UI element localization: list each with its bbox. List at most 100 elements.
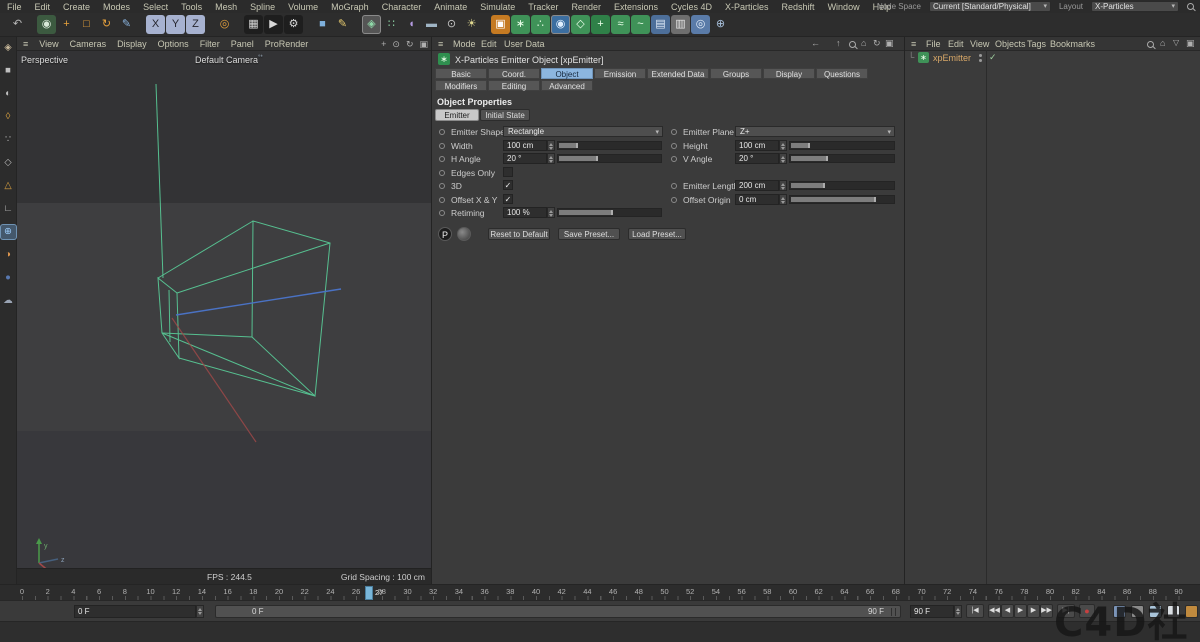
move-tool-icon[interactable]: + — [57, 15, 76, 34]
up-icon[interactable]: ↑ — [836, 38, 841, 48]
object-name[interactable]: xpEmitter — [933, 53, 971, 63]
height-input[interactable]: 100 cm — [735, 139, 779, 151]
anim-toggle-icon[interactable] — [439, 129, 445, 135]
emitter-shape-select[interactable]: Rectangle ▾ — [503, 126, 663, 137]
retiming-input[interactable]: 100 % — [503, 207, 547, 218]
next-key-button[interactable]: ▶▶ — [1040, 604, 1053, 618]
ruler-tick[interactable]: 68 — [889, 587, 903, 596]
go-start-button[interactable]: |◀ — [966, 604, 984, 618]
menu-volume[interactable]: Volume — [288, 2, 318, 12]
om-menu-bookmarks[interactable]: Bookmarks — [1050, 39, 1095, 49]
ruler-tick[interactable]: 12 — [169, 587, 183, 596]
om-menu-view[interactable]: View — [970, 39, 989, 49]
vp-menu-panel[interactable]: Panel — [231, 39, 254, 49]
tab-extended-data[interactable]: Extended Data — [647, 68, 709, 79]
viewport-canvas[interactable]: Perspective Default Camera°* y z FPS: 2… — [17, 51, 431, 584]
viewport[interactable]: ≡ View Cameras Display Options Filter Pa… — [17, 37, 431, 584]
render-settings-icon[interactable]: ⚙ — [284, 15, 303, 34]
save-preset-button[interactable]: Save Preset... — [558, 228, 620, 240]
tab-advanced[interactable]: Advanced — [541, 80, 593, 91]
tab-modifiers[interactable]: Modifiers — [435, 80, 487, 91]
ruler-tick[interactable]: 32 — [426, 587, 440, 596]
am-menu-userdata[interactable]: User Data — [504, 39, 545, 49]
emitter-state-button[interactable]: Emitter — [435, 109, 479, 121]
ruler-tick[interactable]: 42 — [555, 587, 569, 596]
anim-toggle-icon[interactable] — [439, 196, 445, 203]
xp-emitter-icon[interactable]: ∗ — [511, 15, 530, 34]
menu-select[interactable]: Select — [143, 2, 168, 12]
ruler-tick[interactable]: 8 — [118, 587, 132, 596]
menu-mograph[interactable]: MoGraph — [331, 2, 369, 12]
anim-toggle-icon[interactable] — [439, 210, 445, 216]
refresh-icon[interactable]: ↻ — [873, 38, 881, 49]
object-row[interactable]: └ ∗ xpEmitter ✓ — [905, 51, 1200, 65]
menu-character[interactable]: Character — [382, 2, 422, 12]
prev-frame-button[interactable]: ◀ — [1001, 604, 1014, 618]
orbit-view-icon[interactable]: ↻ — [406, 39, 414, 50]
om-menu-objects[interactable]: Objects — [995, 39, 1026, 49]
next-frame-button[interactable]: ▶ — [1027, 604, 1040, 618]
ruler-tick[interactable]: 26 — [349, 587, 363, 596]
render-view-icon[interactable]: ▦ — [244, 15, 263, 34]
om-menu-file[interactable]: File — [926, 39, 941, 49]
ruler-tick[interactable]: 50 — [658, 587, 672, 596]
menu-window[interactable]: Window — [828, 2, 860, 12]
points-mode-icon[interactable]: ∵ — [1, 133, 16, 147]
back-icon[interactable]: ← — [811, 38, 820, 48]
height-stepper[interactable] — [779, 139, 787, 151]
xp-system-icon[interactable]: ▣ — [491, 15, 510, 34]
x-axis-button[interactable]: X — [146, 15, 165, 34]
coord-system-icon[interactable]: ◎ — [215, 15, 234, 34]
ruler-tick[interactable]: 4 — [66, 587, 80, 596]
panel-icon[interactable]: ▣ — [885, 38, 894, 49]
ruler-tick[interactable]: 30 — [401, 587, 415, 596]
dolly-view-icon[interactable]: ⊙ — [392, 39, 400, 50]
menu-xparticles[interactable]: X-Particles — [725, 2, 769, 12]
vp-menu-cameras[interactable]: Cameras — [70, 39, 107, 49]
ruler-tick[interactable]: 28 — [375, 587, 389, 596]
texture-mode-icon[interactable]: ◐ — [1, 87, 16, 101]
current-frame-stepper[interactable] — [196, 605, 204, 618]
primitive-cube-icon[interactable]: ■ — [313, 15, 332, 34]
om-menu-tags[interactable]: Tags — [1027, 39, 1046, 49]
ruler-tick[interactable]: 36 — [478, 587, 492, 596]
v-angle-input[interactable]: 20 ° — [735, 153, 779, 164]
xp-dynamics-icon[interactable]: ◉ — [551, 15, 570, 34]
tab-emission[interactable]: Emission — [594, 68, 646, 79]
menu-spline[interactable]: Spline — [250, 2, 275, 12]
tab-groups[interactable]: Groups — [710, 68, 762, 79]
anim-toggle-icon[interactable] — [671, 196, 677, 203]
ruler-tick[interactable]: 46 — [606, 587, 620, 596]
floor-icon[interactable]: ▬ — [422, 15, 441, 34]
menu-file[interactable]: File — [7, 2, 22, 12]
timeline-ruler[interactable]: 27 0 2 4 6 8 10 12 14 16 18 20 22 24 26 28 30 32 34 36 38 40… — [0, 584, 1200, 600]
ruler-tick[interactable]: 10 — [144, 587, 158, 596]
ruler-tick[interactable]: 56 — [735, 587, 749, 596]
cloud-icon[interactable]: ☁ — [1, 294, 16, 308]
am-menu-mode[interactable]: Mode — [453, 39, 476, 49]
anim-toggle-icon[interactable] — [671, 129, 677, 135]
tab-coord[interactable]: Coord. — [488, 68, 540, 79]
retiming-stepper[interactable] — [547, 207, 555, 218]
home-icon[interactable]: ⌂ — [861, 38, 866, 48]
prev-key-button[interactable]: ◀◀ — [988, 604, 1001, 618]
preset-sphere-icon[interactable] — [457, 227, 471, 241]
ruler-tick[interactable]: 70 — [915, 587, 929, 596]
y-axis-button[interactable]: Y — [166, 15, 185, 34]
search-icon[interactable] — [1187, 3, 1194, 10]
enable-check-icon[interactable]: ✓ — [989, 52, 997, 63]
emitter-length-slider[interactable] — [789, 181, 895, 190]
pan-view-icon[interactable]: + — [381, 39, 386, 49]
ruler-tick[interactable]: 76 — [992, 587, 1006, 596]
layout-select[interactable]: X-Particles ▾ — [1091, 1, 1179, 12]
tab-basic[interactable]: Basic — [435, 68, 487, 79]
edges-only-checkbox[interactable] — [503, 166, 513, 177]
search-icon[interactable] — [1147, 40, 1154, 50]
h-angle-stepper[interactable] — [547, 153, 555, 164]
xp-flowfield-icon[interactable]: ◎ — [691, 15, 710, 34]
ruler-tick[interactable]: 58 — [760, 587, 774, 596]
polygons-mode-icon[interactable]: △ — [1, 179, 16, 193]
search-icon[interactable] — [849, 40, 856, 50]
menu-modes[interactable]: Modes — [103, 2, 130, 12]
ruler-tick[interactable]: 66 — [863, 587, 877, 596]
